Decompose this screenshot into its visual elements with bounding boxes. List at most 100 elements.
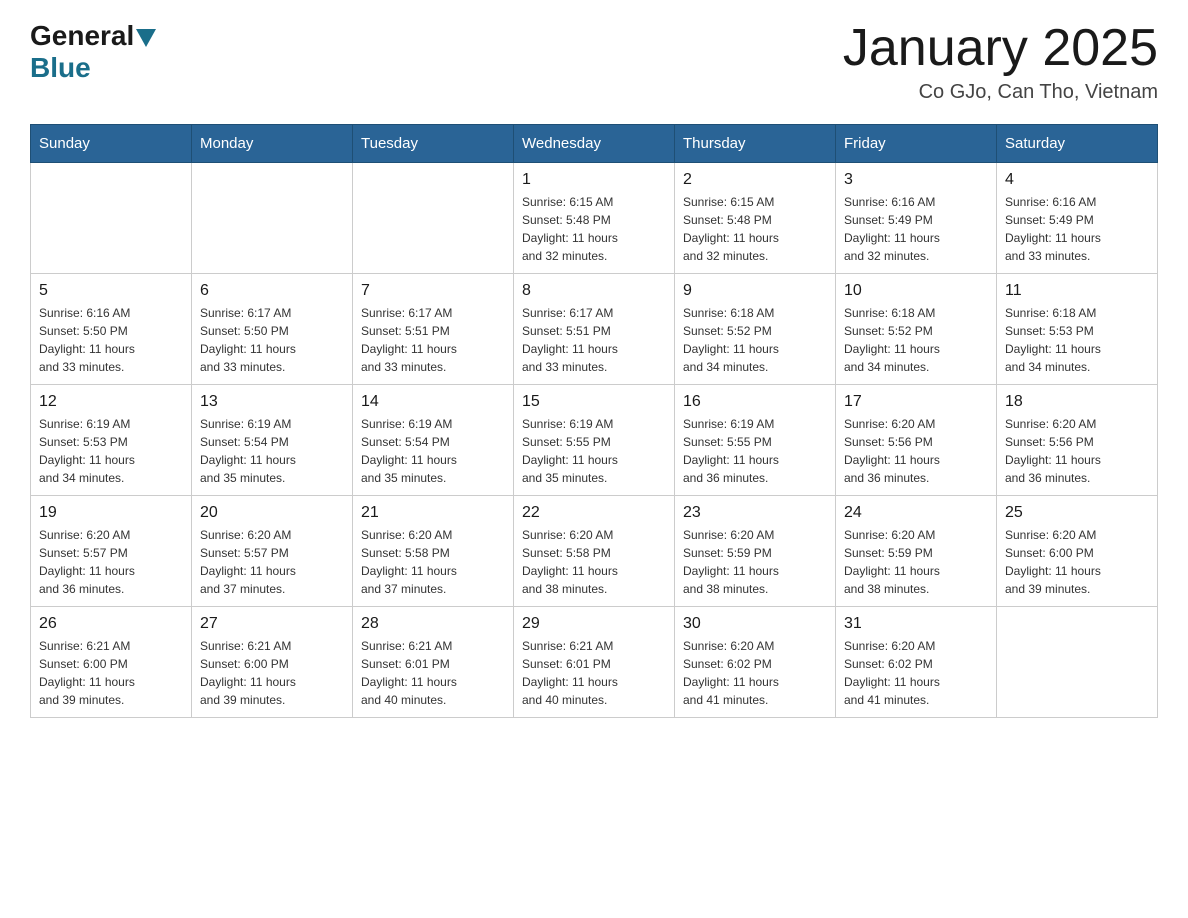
day-number: 7	[361, 282, 505, 300]
day-number: 6	[200, 282, 344, 300]
day-number: 29	[522, 615, 666, 633]
day-info: Sunrise: 6:20 AM Sunset: 5:56 PM Dayligh…	[844, 415, 988, 487]
day-info: Sunrise: 6:21 AM Sunset: 6:01 PM Dayligh…	[522, 637, 666, 709]
day-number: 2	[683, 171, 827, 189]
day-info: Sunrise: 6:20 AM Sunset: 6:02 PM Dayligh…	[683, 637, 827, 709]
day-header-monday: Monday	[192, 125, 353, 163]
calendar-cell: 1 Sunrise: 6:15 AM Sunset: 5:48 PM Daylig…	[514, 163, 675, 274]
calendar-cell: 23 Sunrise: 6:20 AM Sunset: 5:59 PM Dayli…	[675, 496, 836, 607]
calendar-week-1: 1 Sunrise: 6:15 AM Sunset: 5:48 PM Daylig…	[31, 163, 1158, 274]
day-number: 8	[522, 282, 666, 300]
day-info: Sunrise: 6:19 AM Sunset: 5:55 PM Dayligh…	[683, 415, 827, 487]
calendar-week-4: 19 Sunrise: 6:20 AM Sunset: 5:57 PM Dayli…	[31, 496, 1158, 607]
day-number: 25	[1005, 504, 1149, 522]
day-info: Sunrise: 6:19 AM Sunset: 5:54 PM Dayligh…	[200, 415, 344, 487]
calendar-cell: 17 Sunrise: 6:20 AM Sunset: 5:56 PM Dayli…	[836, 385, 997, 496]
day-info: Sunrise: 6:19 AM Sunset: 5:55 PM Dayligh…	[522, 415, 666, 487]
calendar-cell: 2 Sunrise: 6:15 AM Sunset: 5:48 PM Daylig…	[675, 163, 836, 274]
day-info: Sunrise: 6:20 AM Sunset: 5:59 PM Dayligh…	[683, 526, 827, 598]
day-number: 19	[39, 504, 183, 522]
calendar-cell: 30 Sunrise: 6:20 AM Sunset: 6:02 PM Dayli…	[675, 607, 836, 718]
calendar-cell: 5 Sunrise: 6:16 AM Sunset: 5:50 PM Daylig…	[31, 274, 192, 385]
day-number: 14	[361, 393, 505, 411]
title-area: January 2025 Co GJo, Can Tho, Vietnam	[843, 20, 1158, 104]
day-info: Sunrise: 6:18 AM Sunset: 5:52 PM Dayligh…	[844, 304, 988, 376]
calendar-cell: 16Sunrise: 6:19 AM Sunset: 5:55 PM Dayli…	[675, 385, 836, 496]
calendar-cell: 26Sunrise: 6:21 AM Sunset: 6:00 PM Dayli…	[31, 607, 192, 718]
day-header-wednesday: Wednesday	[514, 125, 675, 163]
calendar-cell	[997, 607, 1158, 718]
day-number: 13	[200, 393, 344, 411]
calendar-cell: 15Sunrise: 6:19 AM Sunset: 5:55 PM Dayli…	[514, 385, 675, 496]
day-number: 1	[522, 171, 666, 189]
logo-triangle-icon	[136, 29, 156, 47]
day-number: 30	[683, 615, 827, 633]
logo-general-text: General	[30, 20, 134, 52]
day-header-tuesday: Tuesday	[353, 125, 514, 163]
calendar-cell: 18 Sunrise: 6:20 AM Sunset: 5:56 PM Dayli…	[997, 385, 1158, 496]
calendar-cell: 6 Sunrise: 6:17 AM Sunset: 5:50 PM Daylig…	[192, 274, 353, 385]
day-number: 10	[844, 282, 988, 300]
logo: General Blue	[30, 20, 158, 84]
page-header: General Blue January 2025 Co GJo, Can Th…	[30, 20, 1158, 104]
calendar-cell	[192, 163, 353, 274]
day-info: Sunrise: 6:18 AM Sunset: 5:52 PM Dayligh…	[683, 304, 827, 376]
day-info: Sunrise: 6:16 AM Sunset: 5:49 PM Dayligh…	[1005, 193, 1149, 265]
day-info: Sunrise: 6:21 AM Sunset: 6:01 PM Dayligh…	[361, 637, 505, 709]
day-info: Sunrise: 6:20 AM Sunset: 5:58 PM Dayligh…	[522, 526, 666, 598]
calendar-cell: 20 Sunrise: 6:20 AM Sunset: 5:57 PM Dayli…	[192, 496, 353, 607]
location-subtitle: Co GJo, Can Tho, Vietnam	[843, 81, 1158, 104]
calendar-cell: 21 Sunrise: 6:20 AM Sunset: 5:58 PM Dayli…	[353, 496, 514, 607]
day-info: Sunrise: 6:20 AM Sunset: 6:02 PM Dayligh…	[844, 637, 988, 709]
calendar-cell: 31Sunrise: 6:20 AM Sunset: 6:02 PM Dayli…	[836, 607, 997, 718]
calendar-cell: 27Sunrise: 6:21 AM Sunset: 6:00 PM Dayli…	[192, 607, 353, 718]
day-number: 12	[39, 393, 183, 411]
calendar-cell: 3Sunrise: 6:16 AM Sunset: 5:49 PM Daylig…	[836, 163, 997, 274]
calendar-cell: 22 Sunrise: 6:20 AM Sunset: 5:58 PM Dayli…	[514, 496, 675, 607]
calendar-cell: 29 Sunrise: 6:21 AM Sunset: 6:01 PM Dayli…	[514, 607, 675, 718]
day-info: Sunrise: 6:19 AM Sunset: 5:53 PM Dayligh…	[39, 415, 183, 487]
day-header-thursday: Thursday	[675, 125, 836, 163]
calendar-header-row: SundayMondayTuesdayWednesdayThursdayFrid…	[31, 125, 1158, 163]
day-info: Sunrise: 6:20 AM Sunset: 5:57 PM Dayligh…	[39, 526, 183, 598]
day-number: 17	[844, 393, 988, 411]
day-number: 20	[200, 504, 344, 522]
day-info: Sunrise: 6:21 AM Sunset: 6:00 PM Dayligh…	[200, 637, 344, 709]
calendar-cell: 25 Sunrise: 6:20 AM Sunset: 6:00 PM Dayli…	[997, 496, 1158, 607]
day-number: 21	[361, 504, 505, 522]
day-info: Sunrise: 6:18 AM Sunset: 5:53 PM Dayligh…	[1005, 304, 1149, 376]
day-info: Sunrise: 6:20 AM Sunset: 5:57 PM Dayligh…	[200, 526, 344, 598]
day-info: Sunrise: 6:16 AM Sunset: 5:50 PM Dayligh…	[39, 304, 183, 376]
day-number: 18	[1005, 393, 1149, 411]
day-info: Sunrise: 6:21 AM Sunset: 6:00 PM Dayligh…	[39, 637, 183, 709]
calendar-cell: 13 Sunrise: 6:19 AM Sunset: 5:54 PM Dayli…	[192, 385, 353, 496]
day-number: 9	[683, 282, 827, 300]
calendar-cell	[353, 163, 514, 274]
day-info: Sunrise: 6:17 AM Sunset: 5:50 PM Dayligh…	[200, 304, 344, 376]
day-info: Sunrise: 6:15 AM Sunset: 5:48 PM Dayligh…	[522, 193, 666, 265]
day-info: Sunrise: 6:15 AM Sunset: 5:48 PM Dayligh…	[683, 193, 827, 265]
calendar-cell: 7Sunrise: 6:17 AM Sunset: 5:51 PM Daylig…	[353, 274, 514, 385]
day-number: 24	[844, 504, 988, 522]
day-number: 23	[683, 504, 827, 522]
day-number: 5	[39, 282, 183, 300]
calendar-week-3: 12 Sunrise: 6:19 AM Sunset: 5:53 PM Dayli…	[31, 385, 1158, 496]
day-number: 3	[844, 171, 988, 189]
day-info: Sunrise: 6:20 AM Sunset: 5:58 PM Dayligh…	[361, 526, 505, 598]
calendar-cell: 14 Sunrise: 6:19 AM Sunset: 5:54 PM Dayli…	[353, 385, 514, 496]
calendar-cell: 11 Sunrise: 6:18 AM Sunset: 5:53 PM Dayli…	[997, 274, 1158, 385]
calendar-cell: 28Sunrise: 6:21 AM Sunset: 6:01 PM Dayli…	[353, 607, 514, 718]
day-info: Sunrise: 6:19 AM Sunset: 5:54 PM Dayligh…	[361, 415, 505, 487]
calendar-cell: 10 Sunrise: 6:18 AM Sunset: 5:52 PM Dayli…	[836, 274, 997, 385]
calendar-week-5: 26Sunrise: 6:21 AM Sunset: 6:00 PM Dayli…	[31, 607, 1158, 718]
day-info: Sunrise: 6:20 AM Sunset: 6:00 PM Dayligh…	[1005, 526, 1149, 598]
day-number: 22	[522, 504, 666, 522]
day-info: Sunrise: 6:20 AM Sunset: 5:56 PM Dayligh…	[1005, 415, 1149, 487]
day-number: 11	[1005, 282, 1149, 300]
calendar-cell: 4Sunrise: 6:16 AM Sunset: 5:49 PM Daylig…	[997, 163, 1158, 274]
day-header-sunday: Sunday	[31, 125, 192, 163]
day-info: Sunrise: 6:17 AM Sunset: 5:51 PM Dayligh…	[522, 304, 666, 376]
day-info: Sunrise: 6:20 AM Sunset: 5:59 PM Dayligh…	[844, 526, 988, 598]
calendar-cell: 24 Sunrise: 6:20 AM Sunset: 5:59 PM Dayli…	[836, 496, 997, 607]
day-header-saturday: Saturday	[997, 125, 1158, 163]
